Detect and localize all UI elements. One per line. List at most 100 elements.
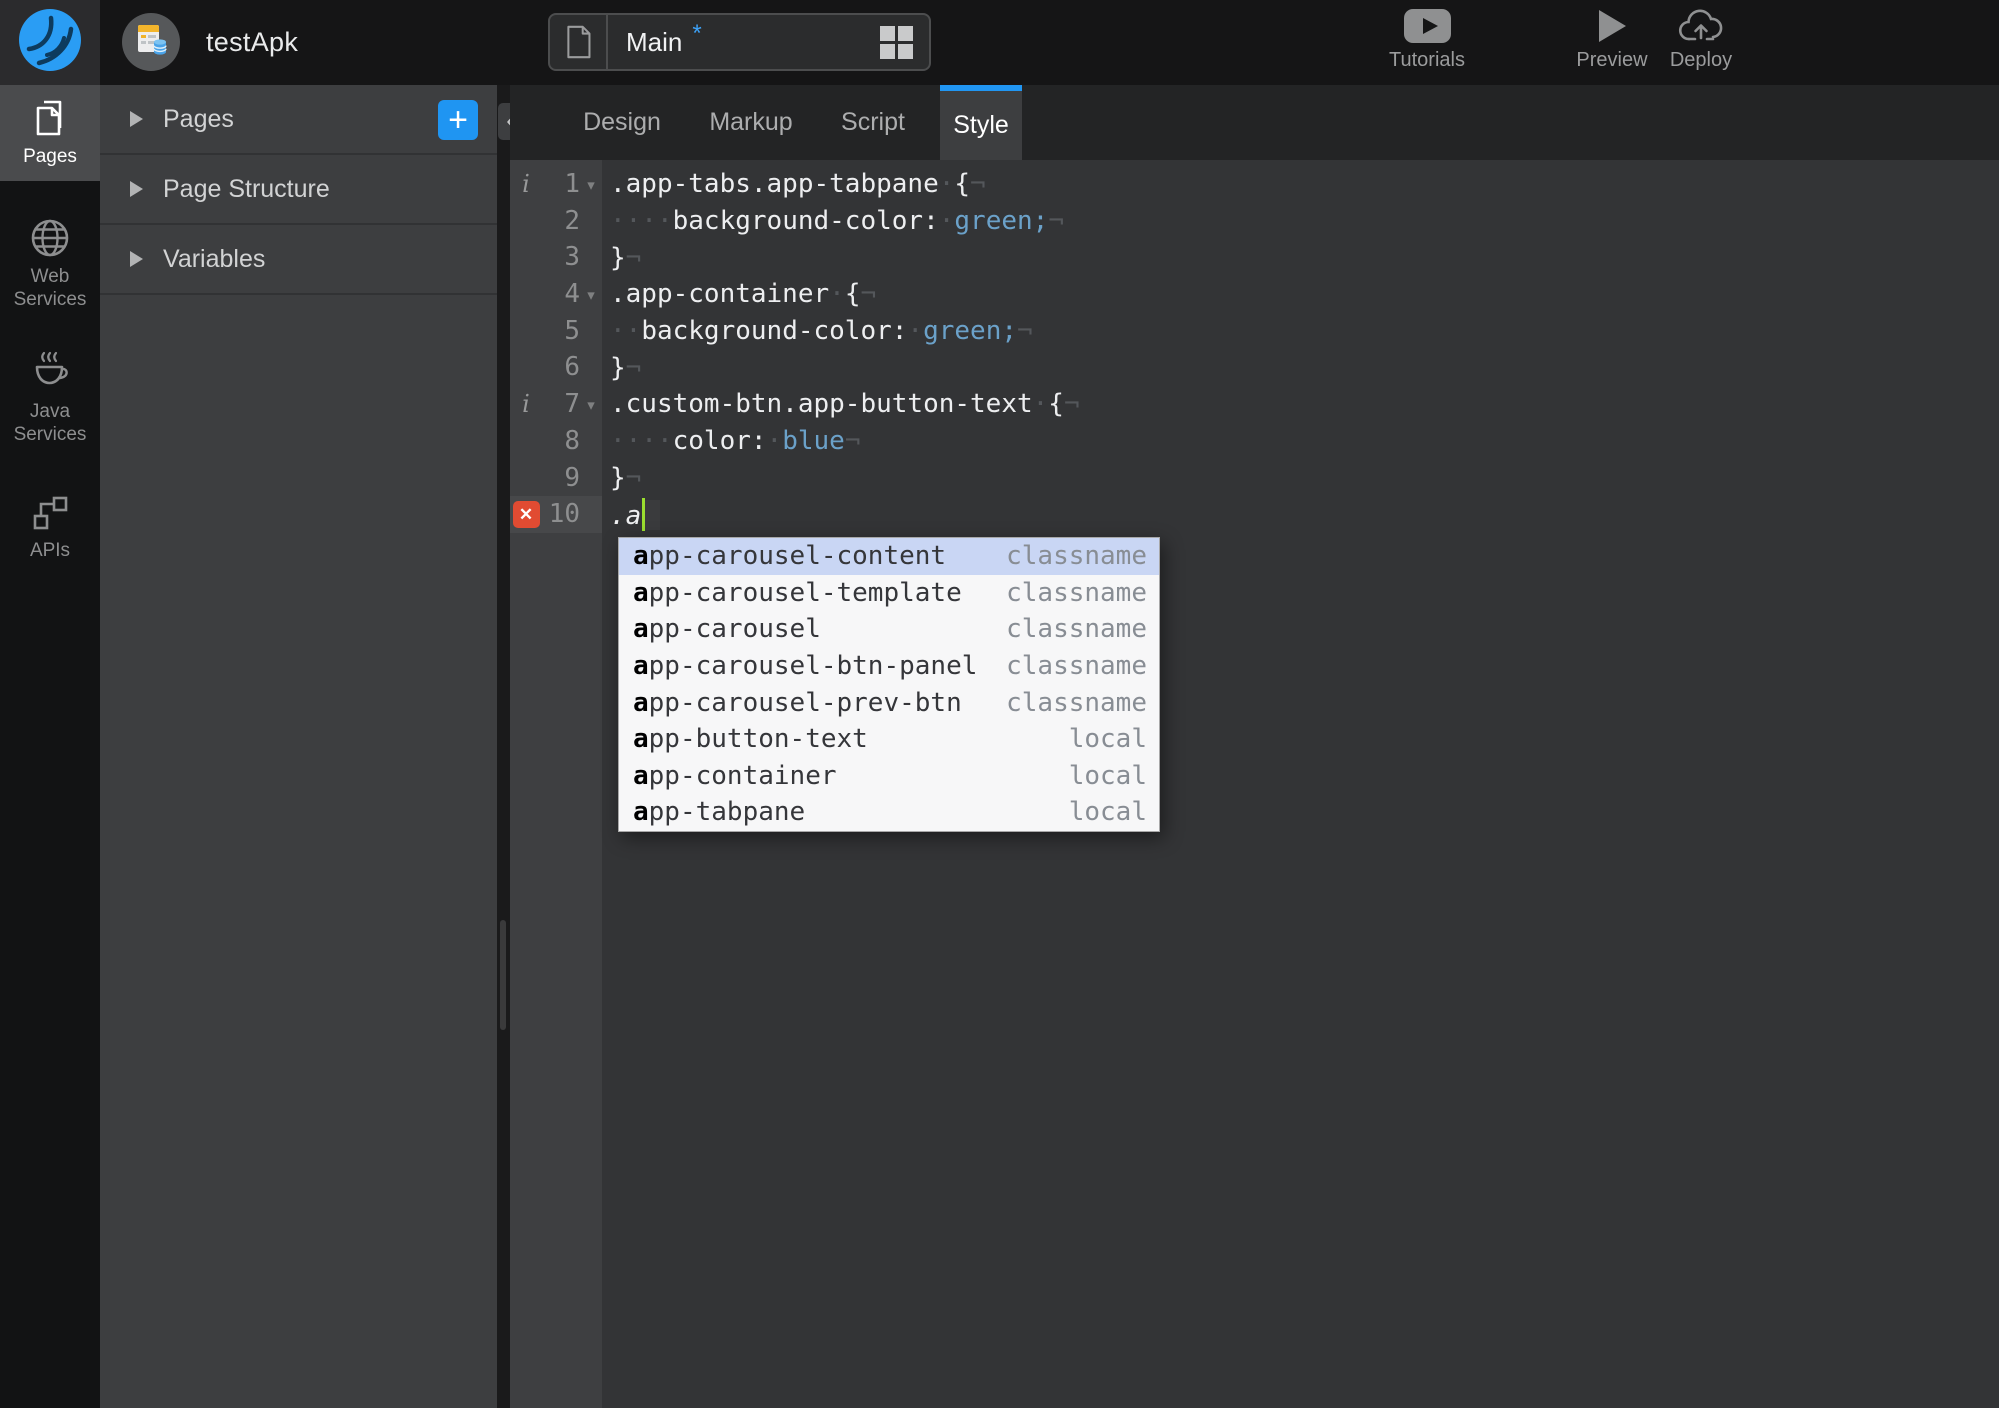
tab-markup[interactable]: Markup bbox=[696, 85, 806, 160]
line-number[interactable]: 7 bbox=[542, 386, 580, 423]
suggestion-text: pp-tabpane bbox=[648, 797, 806, 828]
page-selector[interactable]: Main * bbox=[548, 13, 931, 71]
project-title: testApk bbox=[206, 27, 299, 57]
explorer-panel: Pages + Page Structure Variables bbox=[100, 85, 497, 1408]
sidebar-item-label: Pages bbox=[23, 146, 77, 167]
code-text[interactable]: .a bbox=[602, 498, 661, 532]
section-label: Variables bbox=[163, 244, 266, 273]
code-text[interactable]: }¬ bbox=[602, 463, 641, 493]
left-nav-rail: Pages Web Services Java Services APIs bbox=[0, 85, 100, 1408]
scrollbar-thumb[interactable] bbox=[500, 920, 506, 1030]
sidebar-item-label: APIs bbox=[29, 540, 71, 561]
code-text[interactable]: .app-container·{¬ bbox=[602, 279, 876, 309]
matched-text: a bbox=[633, 797, 649, 828]
tab-design[interactable]: Design bbox=[568, 85, 676, 160]
line-number[interactable]: 9 bbox=[542, 460, 580, 497]
fold-arrow-icon[interactable]: ▾ bbox=[580, 166, 602, 203]
code-text[interactable]: .custom-btn.app-button-text·{¬ bbox=[602, 389, 1080, 419]
code-text[interactable]: ··background-color:·green;¬ bbox=[602, 316, 1033, 346]
autocomplete-item-app-carousel-btn-panel[interactable]: a pp-carousel-btn-panel classname bbox=[619, 648, 1159, 685]
autocomplete-item-app-button-text[interactable]: a pp-button-text local bbox=[619, 721, 1159, 758]
fold-arrow-icon[interactable]: ▾ bbox=[580, 386, 602, 423]
sidebar-item-web-services[interactable]: Web Services bbox=[0, 205, 100, 324]
code-text[interactable]: }¬ bbox=[602, 353, 641, 383]
whitespace-marker: · bbox=[938, 206, 955, 237]
cloud-upload-icon bbox=[1651, 6, 1751, 46]
caret-right-icon bbox=[130, 251, 143, 267]
autocomplete-item-app-tabpane[interactable]: a pp-tabpane local bbox=[619, 794, 1159, 831]
sidebar-item-apis[interactable]: APIs bbox=[0, 481, 100, 575]
fold-gutter-empty bbox=[580, 313, 602, 350]
suggestion-type-label: classname bbox=[1006, 687, 1147, 718]
sidebar-item-label: Java Services bbox=[13, 401, 87, 445]
section-variables[interactable]: Variables bbox=[100, 225, 497, 295]
fold-gutter-empty bbox=[580, 423, 602, 460]
code-token: background-color: bbox=[672, 206, 939, 237]
panel-divider bbox=[497, 85, 510, 1408]
line-number[interactable]: 2 bbox=[542, 203, 580, 240]
action-label: Tutorials bbox=[1389, 49, 1465, 71]
suggestion-text: pp-container bbox=[648, 760, 837, 791]
section-page-structure[interactable]: Page Structure bbox=[100, 155, 497, 225]
tutorials-button[interactable]: Tutorials bbox=[1377, 6, 1477, 72]
coffee-icon bbox=[0, 350, 100, 396]
line-number[interactable]: 1 bbox=[542, 166, 580, 203]
css-value-token: blue bbox=[782, 426, 845, 457]
line-number[interactable]: 10 bbox=[542, 496, 580, 533]
css-value-token: green; bbox=[954, 206, 1049, 237]
suggestion-type-label: local bbox=[1068, 797, 1147, 828]
suggestion-type-label: classname bbox=[1006, 541, 1147, 572]
autocomplete-item-app-carousel-template[interactable]: a pp-carousel-template classname bbox=[619, 575, 1159, 612]
code-token: { bbox=[844, 279, 861, 310]
page-file-icon bbox=[550, 15, 608, 69]
suggestion-type-label: classname bbox=[1006, 614, 1147, 645]
pages-grid-icon[interactable] bbox=[880, 25, 913, 59]
code-line-1: i 1 ▾ .app-tabs.app-tabpane·{¬ bbox=[510, 166, 1999, 203]
autocomplete-item-app-carousel-content[interactable]: a pp-carousel-content classname bbox=[619, 538, 1159, 575]
matched-text: a bbox=[633, 651, 649, 682]
autocomplete-item-app-carousel-prev-btn[interactable]: a pp-carousel-prev-btn classname bbox=[619, 684, 1159, 721]
fold-arrow-icon[interactable]: ▾ bbox=[580, 276, 602, 313]
code-line-10: ✕ 10 .a bbox=[510, 496, 1999, 533]
fold-gutter-empty bbox=[580, 460, 602, 497]
whitespace-marker: ¬ bbox=[970, 169, 986, 200]
code-token: } bbox=[610, 352, 626, 383]
matched-text: a bbox=[633, 577, 649, 608]
line-number[interactable]: 8 bbox=[542, 423, 580, 460]
line-number[interactable]: 4 bbox=[542, 276, 580, 313]
deploy-button[interactable]: Deploy bbox=[1651, 6, 1751, 72]
error-marker-icon[interactable]: ✕ bbox=[510, 496, 542, 533]
line-number[interactable]: 5 bbox=[542, 313, 580, 350]
youtube-icon bbox=[1377, 6, 1477, 46]
code-text[interactable]: .app-tabs.app-tabpane·{¬ bbox=[602, 169, 986, 199]
code-token: .custom-btn.app-button-text bbox=[610, 389, 1033, 420]
line-number[interactable]: 6 bbox=[542, 349, 580, 386]
code-token: { bbox=[954, 169, 971, 200]
add-page-button[interactable]: + bbox=[438, 100, 478, 140]
suggestion-text: pp-carousel bbox=[648, 614, 821, 645]
fold-gutter-empty bbox=[580, 496, 602, 533]
autocomplete-item-app-container[interactable]: a pp-container local bbox=[619, 758, 1159, 795]
preview-button[interactable]: Preview bbox=[1562, 6, 1662, 72]
gutter-marker-empty bbox=[510, 313, 542, 350]
tab-script[interactable]: Script bbox=[826, 85, 920, 160]
code-text[interactable]: ····background-color:·green;¬ bbox=[602, 206, 1064, 236]
code-line-9: 9 }¬ bbox=[510, 460, 1999, 497]
line-number[interactable]: 3 bbox=[542, 239, 580, 276]
whitespace-marker: ·· bbox=[610, 316, 642, 347]
app-avatar bbox=[122, 13, 180, 71]
code-text[interactable]: ····color:·blue¬ bbox=[602, 426, 860, 456]
tab-style[interactable]: Style bbox=[940, 85, 1022, 160]
code-line-4: 4 ▾ .app-container·{¬ bbox=[510, 276, 1999, 313]
whitespace-marker: ¬ bbox=[860, 279, 877, 310]
matched-text: a bbox=[633, 541, 649, 572]
whitespace-marker: ¬ bbox=[625, 242, 642, 273]
sidebar-item-pages[interactable]: Pages bbox=[0, 85, 100, 181]
autocomplete-item-app-carousel[interactable]: a pp-carousel classname bbox=[619, 611, 1159, 648]
code-token: .app-container bbox=[610, 279, 830, 310]
action-label: Preview bbox=[1576, 49, 1648, 71]
code-text[interactable]: }¬ bbox=[602, 243, 641, 273]
section-pages[interactable]: Pages + bbox=[100, 85, 497, 155]
sidebar-item-java-services[interactable]: Java Services bbox=[0, 340, 100, 459]
suggestion-text: pp-carousel-content bbox=[648, 541, 947, 572]
